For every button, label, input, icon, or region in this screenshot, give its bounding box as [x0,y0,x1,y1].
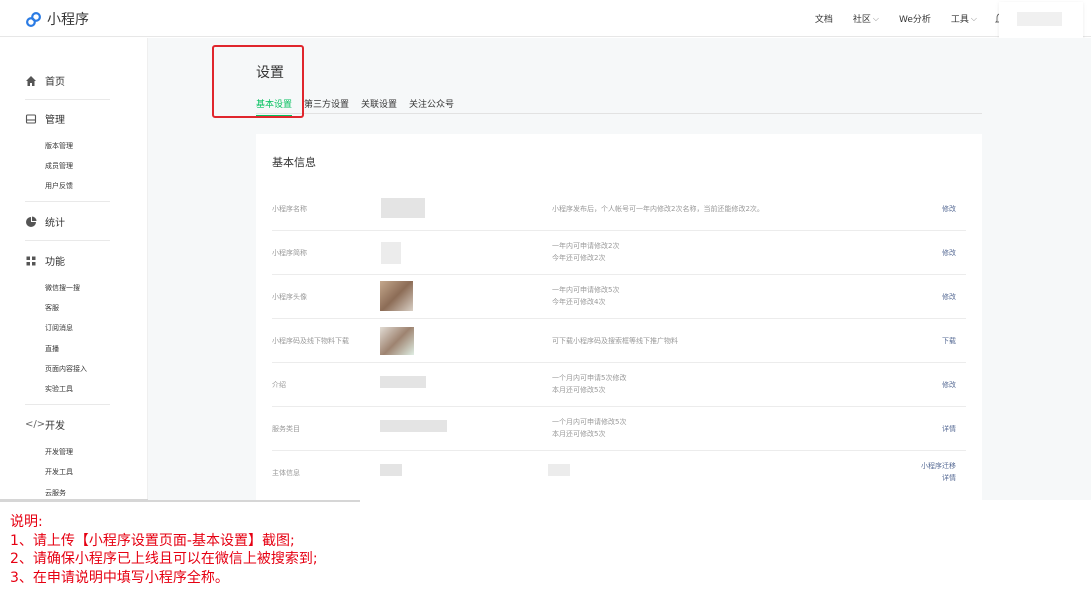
sidebar-sub-version[interactable]: 版本管理 [45,141,73,151]
sidebar-item-functions[interactable]: 功能 [25,253,65,268]
nav-docs[interactable]: 文档 [815,12,833,25]
sidebar-item-label: 统计 [45,218,65,229]
tab-follow-account[interactable]: 关注公众号 [409,97,454,117]
nav-tools[interactable]: 工具 ⌵ [950,12,977,26]
sidebar-sub-dev-manage[interactable]: 开发管理 [45,447,73,457]
sidebar-item-label: 功能 [45,257,65,268]
blurred-value [548,464,570,476]
instructions-note: 说明: 1、请上传【小程序设置页面-基本设置】截图; 2、请确保小程序已上线且可… [10,513,318,587]
nav-tools-label: 工具 [950,15,969,25]
row-desc: 一年内可申请修改5次 [552,286,620,294]
highlight-box [212,45,304,118]
divider [25,240,110,241]
card-title: 基本信息 [272,156,316,169]
tab-third-party[interactable]: 第三方设置 [304,97,349,117]
row-label: 服务类目 [272,425,300,433]
row-desc: 本月还可修改5次 [552,386,606,394]
chevron-down-icon: ⌵ [872,13,879,23]
row-desc: 今年还可修改2次 [552,254,606,262]
sidebar-item-home[interactable]: 首页 [25,73,65,88]
info-row-avatar: 小程序头像 一年内可申请修改5次 今年还可修改4次 修改 [272,275,966,319]
sidebar-sub-dev-tools[interactable]: 开发工具 [45,467,73,477]
row-desc: 小程序发布后，个人帐号可一年内修改2次名称，当前还能修改2次。 [552,205,764,213]
sidebar-sub-service[interactable]: 客服 [45,303,59,313]
blurred-value [381,242,401,264]
note-line: 1、请上传【小程序设置页面-基本设置】截图; [10,532,295,549]
manage-icon [25,113,37,124]
nav-we-analysis-label: We分析 [898,15,931,25]
sidebar-sub-page-content[interactable]: 页面内容接入 [45,364,87,374]
nav-community[interactable]: 社区 ⌵ [852,12,879,26]
row-desc: 可下载小程序码及搜索框等线下推广物料 [552,337,678,345]
blurred-value [380,376,426,388]
blurred-qrcode [380,327,414,355]
basic-info-card: 基本信息 小程序名称 小程序发布后，个人帐号可一年内修改2次名称，当前还能修改2… [256,134,982,500]
blurred-avatar [380,281,413,311]
function-icon [26,256,36,265]
info-row-category: 服务类目 一个月内可申请修改5次 本月还可修改5次 详情 [272,407,966,451]
sidebar-sub-feedback[interactable]: 用户反馈 [45,181,73,191]
divider [25,201,110,202]
note-line: 2、请确保小程序已上线且可以在微信上被搜索到; [10,551,318,567]
info-row-intro: 介绍 一个月内可申请5次修改 本月还可修改5次 修改 [272,363,966,407]
sidebar-item-label: 管理 [45,115,65,126]
details-link[interactable]: 详情 [942,473,956,484]
stats-icon [26,216,37,227]
divider [25,404,110,405]
row-label: 小程序码及线下物料下载 [272,337,349,345]
edit-link[interactable]: 修改 [942,248,956,259]
sidebar-sub-subscribe[interactable]: 订阅消息 [45,323,73,333]
sidebar-sub-search[interactable]: 微信搜一搜 [45,283,80,293]
note-title: 说明: [10,514,43,530]
sidebar-sub-live[interactable]: 直播 [45,344,59,354]
info-row-short-name: 小程序简称 一年内可申请修改2次 今年还可修改2次 修改 [272,231,966,275]
blurred-text [1017,12,1062,26]
sidebar-item-label: 首页 [45,77,65,88]
divider [25,99,110,100]
home-icon [26,75,36,86]
sidebar-sub-cloud[interactable]: 云服务 [45,488,66,498]
row-label: 介绍 [272,381,286,389]
sidebar: 首页 管理 版本管理 成员管理 用户反馈 统计 功能 微信搜一搜 客服 订阅消息… [0,38,148,500]
row-label: 小程序头像 [272,293,307,301]
row-desc: 一个月内可申请5次修改 [552,374,627,382]
nav-docs-label: 文档 [814,15,833,25]
edit-link[interactable]: 修改 [942,380,956,391]
blurred-value [380,464,402,476]
info-row-subject: 主体信息 小程序迁移 详情 [272,451,966,495]
sidebar-item-manage[interactable]: 管理 [25,111,65,126]
logo[interactable]: 小程序 [25,9,89,29]
blurred-value [381,198,425,218]
row-desc: 一年内可申请修改2次 [552,242,620,250]
chevron-down-icon: ⌵ [970,13,977,23]
top-bar: 小程序 文档 社区 ⌵ We分析 工具 ⌵ [0,0,1091,37]
sidebar-item-label: 开发 [45,421,65,432]
note-line: 3、在申请说明中填写小程序全称。 [10,569,229,586]
sidebar-item-dev[interactable]: </> 开发 [25,417,65,433]
download-link[interactable]: 下载 [942,336,956,347]
migrate-link[interactable]: 小程序迁移 [921,461,956,472]
row-label: 小程序简称 [272,249,307,257]
sidebar-item-stats[interactable]: 统计 [25,214,65,229]
nav-community-label: 社区 [852,15,871,25]
row-label: 小程序名称 [272,205,307,213]
info-row-qrcode: 小程序码及线下物料下载 可下载小程序码及搜索框等线下推广物料 下载 [272,319,966,363]
info-row-name: 小程序名称 小程序发布后，个人帐号可一年内修改2次名称，当前还能修改2次。 修改 [272,187,966,231]
tab-linked[interactable]: 关联设置 [361,97,397,117]
sidebar-sub-members[interactable]: 成员管理 [45,161,73,171]
edit-link[interactable]: 修改 [942,204,956,215]
miniprogram-logo-icon [26,11,41,27]
blurred-value [380,420,447,432]
row-label: 主体信息 [272,469,300,477]
row-desc: 今年还可修改4次 [552,298,606,306]
details-link[interactable]: 详情 [942,424,956,435]
app-name: 小程序 [47,12,89,28]
nav-we-analysis[interactable]: We分析 [899,12,931,25]
row-desc: 本月还可修改5次 [552,430,606,438]
edit-link[interactable]: 修改 [942,292,956,303]
sidebar-sub-experiment[interactable]: 实验工具 [45,384,73,394]
row-desc: 一个月内可申请修改5次 [552,418,627,426]
tab-underline [256,113,982,114]
code-icon: </> [25,418,46,430]
